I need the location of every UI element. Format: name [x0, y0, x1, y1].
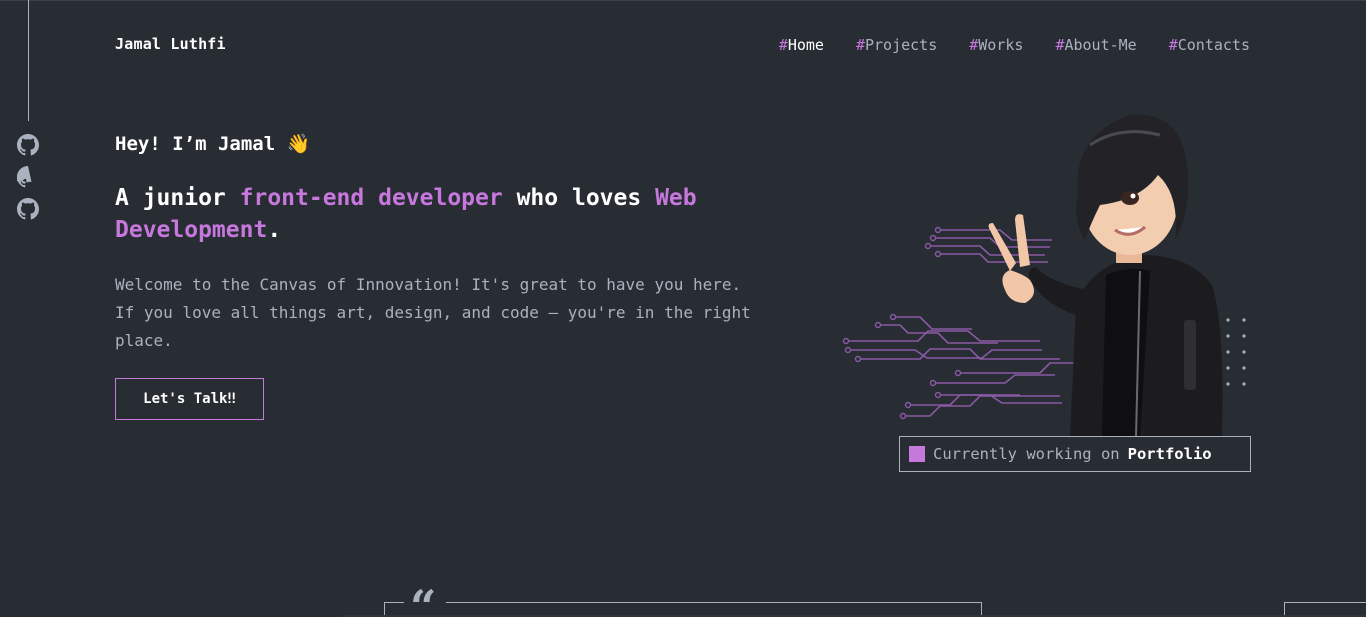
nav-label: About-Me: [1064, 36, 1137, 54]
hero-headline: A junior front-end developer who loves W…: [115, 182, 755, 246]
top-border: [0, 0, 1366, 1]
quote-frame-top: [446, 602, 981, 603]
hero-illustration: [842, 114, 1246, 437]
status-square-icon: [909, 446, 925, 462]
hero-greeting: Hey! I’m Jamal 👋: [115, 133, 311, 155]
github-icon[interactable]: [17, 134, 39, 158]
nav-hash: #: [1168, 36, 1178, 54]
site-logo[interactable]: Jamal Luthfi: [115, 35, 226, 53]
lets-talk-button[interactable]: Let's Talk‼: [115, 378, 264, 420]
nav-hash: #: [778, 36, 788, 54]
headline-text: .: [267, 217, 282, 243]
quote-frame-top: [384, 602, 404, 603]
nav-item-projects[interactable]: #Projects: [856, 36, 937, 54]
nav-hash: #: [855, 36, 865, 54]
circuit-nodes: [842, 226, 962, 420]
social-links: [15, 134, 39, 222]
quote-mark-icon: “: [410, 580, 437, 617]
headline-text: A junior: [115, 185, 240, 211]
nav-item-works[interactable]: #Works: [969, 36, 1023, 54]
nav-item-about-me[interactable]: #About-Me: [1055, 36, 1136, 54]
circuit-lines: [848, 229, 1090, 417]
nav-item-contacts[interactable]: #Contacts: [1169, 36, 1250, 54]
headline-text: who loves: [502, 185, 656, 211]
nav-hash: #: [969, 36, 979, 54]
nav-label: Home: [787, 36, 824, 54]
status-badge: Currently working on Portfolio: [899, 436, 1251, 472]
nav-label: Contacts: [1177, 36, 1250, 54]
nav-label: Works: [978, 36, 1024, 54]
status-prefix: Currently working on: [933, 445, 1120, 463]
github-icon[interactable]: [15, 166, 39, 190]
main-nav: #Home #Projects #Works #About-Me #Contac…: [779, 36, 1250, 54]
nav-label: Projects: [865, 36, 938, 54]
social-divider-line: [28, 0, 29, 121]
status-project: Portfolio: [1127, 445, 1212, 463]
hero-intro: Welcome to the Canvas of Innovation! It'…: [115, 275, 751, 350]
headline-accent: front-end developer: [239, 185, 503, 211]
character-figure: [988, 114, 1223, 437]
github-icon[interactable]: [17, 198, 39, 222]
nav-item-home[interactable]: #Home: [779, 36, 824, 54]
quote-author-frame-top: [1284, 602, 1366, 603]
